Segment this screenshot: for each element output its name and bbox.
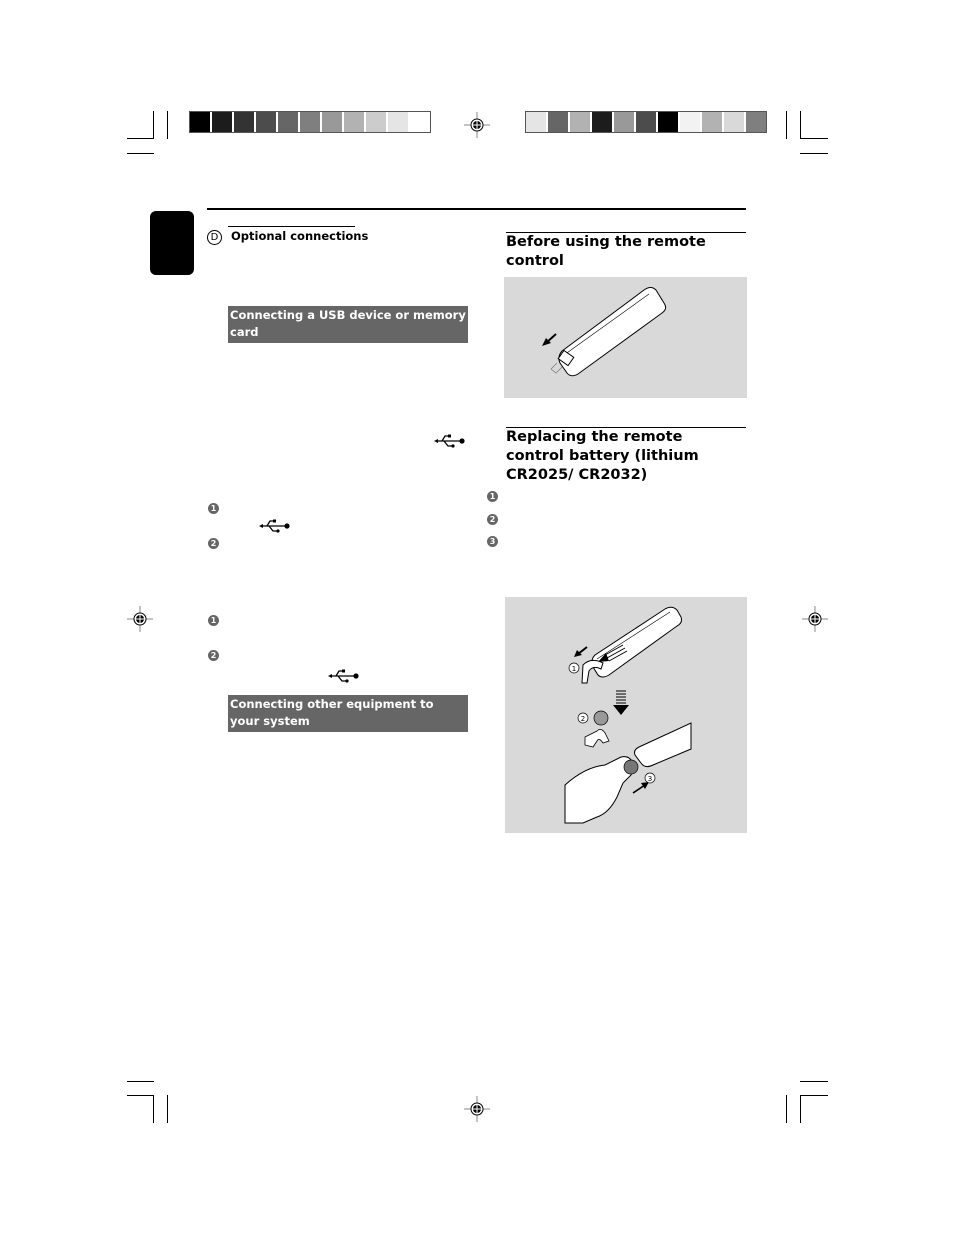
color-swatch (526, 112, 548, 132)
crop-mark (786, 111, 787, 139)
crop-mark (153, 1095, 154, 1123)
color-swatch (680, 112, 702, 132)
crop-mark (800, 1081, 828, 1082)
figure-label: 3 (648, 775, 652, 783)
color-swatch (366, 112, 388, 132)
crop-mark (167, 111, 168, 139)
replace-battery-heading: Replacing the remote control battery (li… (506, 429, 699, 483)
usb-heading: Connecting a USB device or memory card (228, 306, 468, 343)
crop-mark (127, 153, 154, 154)
color-swatch (658, 112, 680, 132)
usb-icon (434, 434, 465, 448)
registration-mark-icon (802, 606, 828, 632)
color-swatch (256, 112, 278, 132)
header-rule (207, 208, 746, 210)
section-title-rule (228, 226, 355, 227)
step-number: 1 (487, 491, 498, 502)
color-swatch (212, 112, 234, 132)
crop-mark (800, 153, 828, 154)
color-swatch (190, 112, 212, 132)
color-swatch (636, 112, 658, 132)
color-swatch (592, 112, 614, 132)
color-swatch (702, 112, 724, 132)
crop-mark (167, 1095, 168, 1123)
figure-label: 1 (572, 665, 576, 673)
crop-mark (127, 1081, 154, 1082)
battery-replacement-figure: 1 2 3 (505, 597, 747, 833)
step-number: 2 (487, 514, 498, 525)
language-tab (150, 211, 194, 275)
color-swatch (570, 112, 592, 132)
color-calibration-bar-right (525, 111, 767, 133)
color-calibration-bar-left (189, 111, 431, 133)
other-equipment-heading: Connecting other equipment to your syste… (228, 695, 468, 732)
step-number: 1 (208, 615, 219, 626)
color-swatch (724, 112, 746, 132)
crop-mark (800, 1095, 801, 1123)
registration-mark-icon (464, 112, 490, 138)
crop-mark (800, 111, 801, 139)
color-swatch (278, 112, 300, 132)
color-swatch (322, 112, 344, 132)
before-remote-heading: Before using the remote control (506, 234, 706, 269)
crop-mark (153, 111, 154, 139)
battery-illustration: 1 2 3 (564, 606, 692, 824)
crop-mark (127, 1095, 154, 1096)
color-swatch (614, 112, 636, 132)
usb-icon (259, 519, 290, 533)
step-number: 2 (208, 650, 219, 661)
figure-label: 2 (581, 715, 585, 723)
color-swatch (410, 112, 430, 132)
crop-mark (786, 1095, 787, 1123)
step-number: 1 (208, 503, 219, 514)
registration-mark-icon (464, 1096, 490, 1122)
crop-mark (800, 1095, 828, 1096)
remote-control-illustration (542, 287, 667, 377)
section-title: Optional connections (231, 229, 369, 243)
registration-mark-icon (127, 606, 153, 632)
section-marker: D (207, 230, 222, 245)
color-swatch (548, 112, 570, 132)
step-number: 2 (208, 538, 219, 549)
usb-icon (328, 669, 359, 683)
remote-pull-tab-figure (504, 277, 747, 398)
color-swatch (300, 112, 322, 132)
color-swatch (234, 112, 256, 132)
color-swatch (388, 112, 410, 132)
color-swatch (746, 112, 766, 132)
crop-mark (800, 138, 828, 139)
step-number: 3 (487, 536, 498, 547)
color-swatch (344, 112, 366, 132)
crop-mark (127, 138, 154, 139)
